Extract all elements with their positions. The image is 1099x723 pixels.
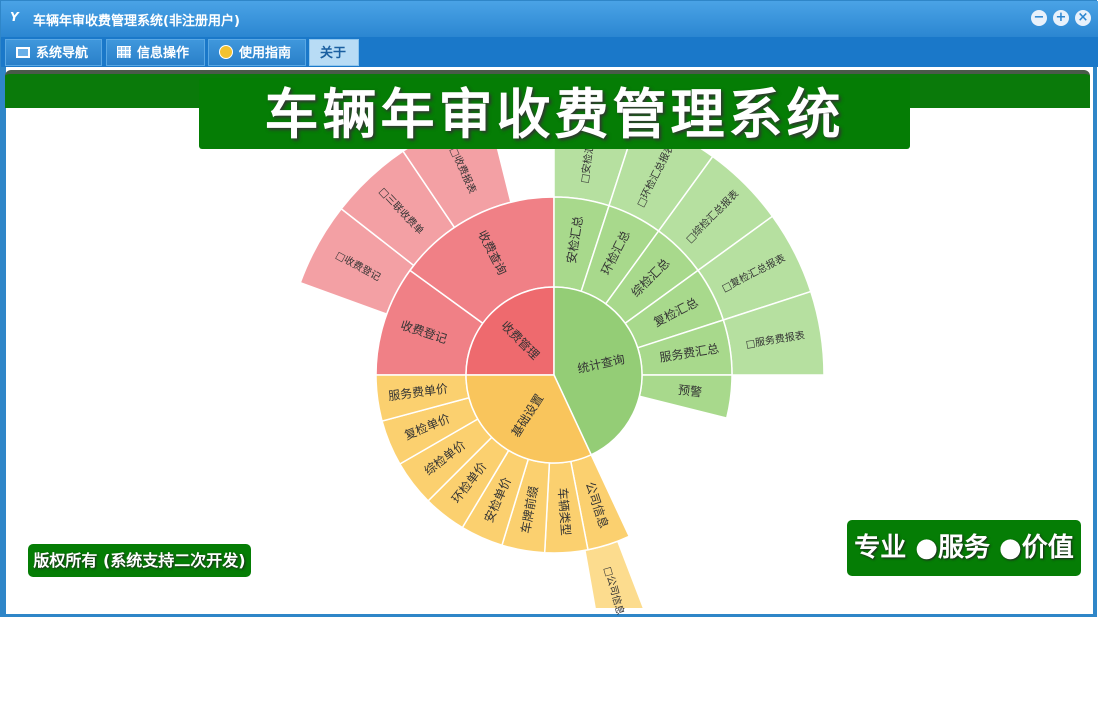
sunburst-child-label: 预警 <box>677 382 703 400</box>
copyright-badge: 版权所有 (系统支持二次开发) <box>28 544 251 577</box>
page-title: 车辆年审收费管理系统 <box>199 78 910 149</box>
slogan-badge: 专业 ●服务 ●价值 <box>847 520 1081 576</box>
